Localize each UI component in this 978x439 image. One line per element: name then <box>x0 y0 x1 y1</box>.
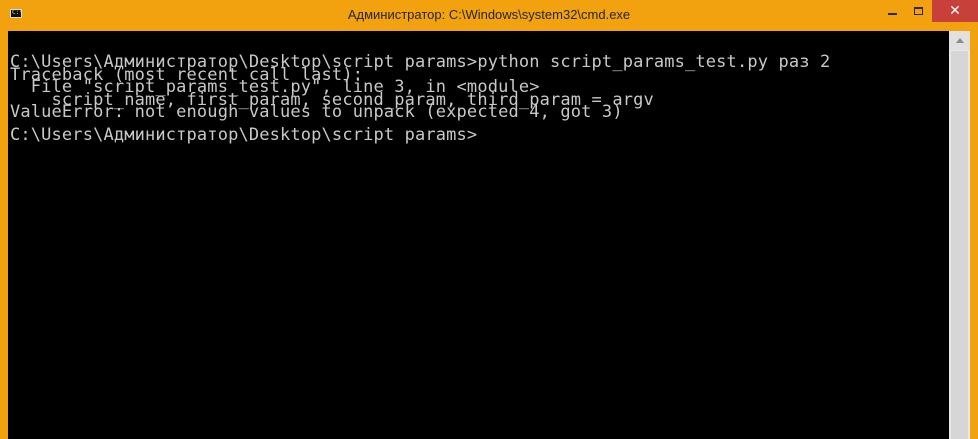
close-icon: ✕ <box>949 3 961 19</box>
console-text: C:\Users\Администратор\Desktop\script pa… <box>10 54 830 145</box>
scroll-up-button[interactable] <box>949 31 970 50</box>
vertical-scrollbar[interactable] <box>949 31 970 439</box>
maximize-icon <box>914 7 923 15</box>
console-output-area[interactable]: C:\Users\Администратор\Desktop\script pa… <box>8 31 949 439</box>
minimize-button[interactable] <box>879 0 905 22</box>
close-button[interactable]: ✕ <box>932 0 978 22</box>
maximize-button[interactable] <box>905 0 932 22</box>
minimize-icon <box>887 13 897 15</box>
scrollbar-thumb[interactable] <box>951 51 968 439</box>
console-line-prompt: C:\Users\Администратор\Desktop\script pa… <box>10 124 478 145</box>
chevron-up-icon <box>955 38 964 43</box>
window-right-border <box>970 31 978 439</box>
title-bar[interactable]: C:\ Администратор: C:\Windows\system32\c… <box>0 0 978 31</box>
cmd-window: C:\ Администратор: C:\Windows\system32\c… <box>0 0 978 439</box>
window-title: Администратор: C:\Windows\system32\cmd.e… <box>347 7 631 22</box>
console-line-error: ValueError: not enough values to unpack … <box>10 102 623 122</box>
window-controls: ✕ <box>879 0 978 22</box>
